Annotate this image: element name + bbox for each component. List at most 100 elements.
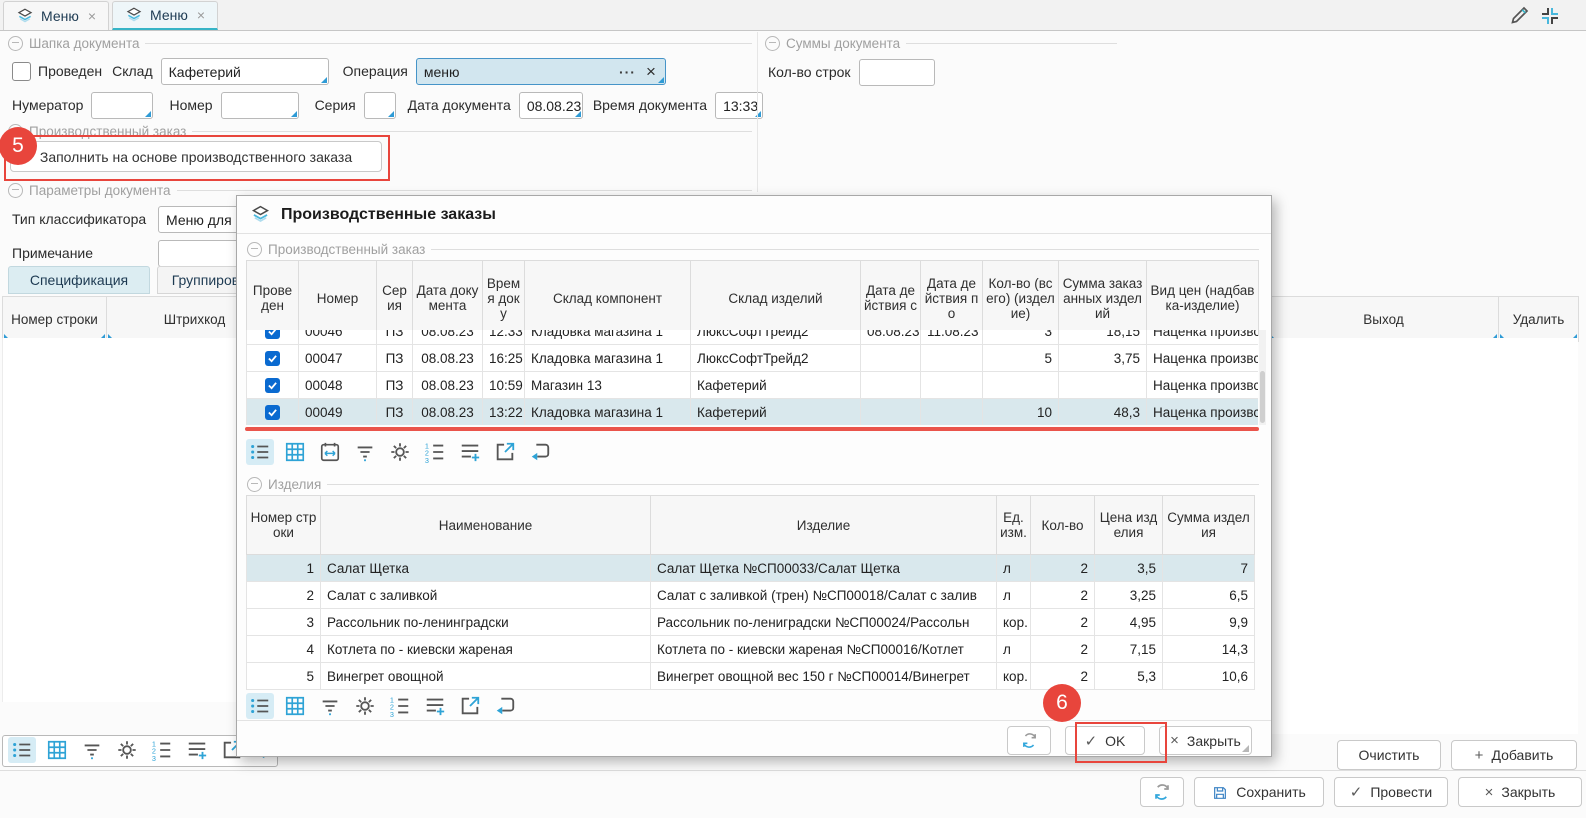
column-header[interactable]: Кол-во (всего) (изделие) (983, 261, 1059, 336)
table-cell[interactable]: 11.08.23 (921, 330, 983, 345)
numbered-list-icon[interactable]: 123 (148, 737, 176, 763)
table-cell[interactable]: 13:22 (483, 399, 525, 426)
table-cell[interactable]: л (997, 636, 1031, 663)
tab-menu-1[interactable]: Меню × (3, 1, 109, 30)
table-cell[interactable]: Наценка произвс (1147, 345, 1259, 372)
table-cell[interactable]: Наценка произвс (1147, 330, 1259, 345)
reload-rows-icon[interactable] (526, 439, 554, 465)
table-cell[interactable]: кор. (997, 609, 1031, 636)
table-cell[interactable]: 48,3 (1059, 399, 1147, 426)
table-row[interactable]: 2Салат с заливкойСалат с заливкой (трен)… (247, 582, 1255, 609)
column-header[interactable]: Склад изделий (691, 261, 861, 336)
fill-from-order-button[interactable]: Заполнить на основе производственного за… (10, 141, 382, 172)
column-header[interactable]: Ед. изм. (997, 496, 1031, 555)
column-header[interactable]: Номер (299, 261, 377, 336)
row-checkbox[interactable] (265, 351, 280, 366)
table-cell[interactable]: 2 (247, 582, 321, 609)
table-cell[interactable]: Салат Щетка (321, 555, 651, 582)
column-header[interactable]: Дата документа (413, 261, 483, 336)
table-cell[interactable] (247, 372, 299, 399)
table-cell[interactable]: 7 (1163, 555, 1255, 582)
table-cell[interactable]: Рассольник по-ленинградски (321, 609, 651, 636)
operation-field[interactable]: меню ··· × (416, 58, 666, 85)
table-cell[interactable]: ПЗ (377, 330, 413, 345)
table-cell[interactable] (247, 345, 299, 372)
column-header[interactable]: Дата действия с (861, 261, 921, 336)
table-cell[interactable]: 7,15 (1095, 636, 1163, 663)
column-header[interactable]: Номер строки (247, 496, 321, 555)
table-cell[interactable]: 3,25 (1095, 582, 1163, 609)
table-row[interactable]: 00046ПЗ08.08.2312:33Кладовка магазина 1Л… (247, 330, 1259, 345)
row-checkbox[interactable] (265, 330, 280, 339)
column-header[interactable]: Время доку (483, 261, 525, 336)
table-cell[interactable]: Кладовка магазина 1 (525, 345, 691, 372)
table-cell[interactable]: Рассольник по-лениградски №СП00024/Рассо… (651, 609, 997, 636)
table-cell[interactable]: 3,5 (1095, 555, 1163, 582)
table-cell[interactable]: 10:59 (483, 372, 525, 399)
grid-icon[interactable] (43, 737, 71, 763)
table-cell[interactable]: 2 (1031, 582, 1095, 609)
add-list-icon[interactable] (421, 693, 449, 719)
table-cell[interactable]: 08.08.23 (413, 372, 483, 399)
table-cell[interactable]: 12:33 (483, 330, 525, 345)
table-cell[interactable]: 00048 (299, 372, 377, 399)
filter-icon[interactable] (78, 737, 106, 763)
table-cell[interactable]: 3 (247, 609, 321, 636)
table-cell[interactable]: Салат с заливкой (трен) №СП00018/Салат с… (651, 582, 997, 609)
rows-count-field[interactable] (859, 59, 935, 86)
add-button[interactable]: +Добавить (1451, 740, 1577, 770)
doc-date-field[interactable]: 08.08.23 (519, 92, 583, 119)
table-cell[interactable]: Винегрет овощной (321, 663, 651, 690)
table-cell[interactable]: 10 (983, 399, 1059, 426)
list-view-icon[interactable] (246, 693, 274, 719)
table-cell[interactable] (921, 345, 983, 372)
table-cell[interactable]: ЛюксСофтТрейд2 (691, 345, 861, 372)
table-cell[interactable]: кор. (997, 663, 1031, 690)
sklad-field[interactable]: Кафетерий (161, 58, 329, 85)
table-cell[interactable]: Салат с заливкой (321, 582, 651, 609)
table-cell[interactable]: Кладовка магазина 1 (525, 330, 691, 345)
table-cell[interactable] (247, 330, 299, 345)
table-row[interactable]: 00047ПЗ08.08.2316:25Кладовка магазина 1Л… (247, 345, 1259, 372)
add-list-icon[interactable] (456, 439, 484, 465)
proveden-checkbox[interactable] (12, 62, 31, 81)
table-cell[interactable]: 2 (1031, 636, 1095, 663)
collapse-icon[interactable] (765, 36, 780, 51)
more-options-icon[interactable]: ··· (619, 64, 636, 80)
close-button[interactable]: ×Закрыть (1458, 777, 1582, 807)
tab-close-icon[interactable]: × (197, 7, 205, 23)
table-cell[interactable]: Кладовка магазина 1 (525, 399, 691, 426)
table-cell[interactable]: 2 (1031, 555, 1095, 582)
table-cell[interactable] (861, 345, 921, 372)
settings-gear-icon[interactable] (351, 693, 379, 719)
column-header[interactable]: Серия (377, 261, 413, 336)
table-cell[interactable]: 08.08.23 (413, 345, 483, 372)
grid-icon[interactable] (281, 693, 309, 719)
column-header[interactable]: Номер строки (3, 297, 107, 342)
refresh-button[interactable] (1007, 726, 1051, 755)
doc-time-field[interactable]: 13:33 (715, 92, 763, 119)
tab-specification[interactable]: Спецификация (8, 266, 150, 294)
list-view-icon[interactable] (246, 439, 274, 465)
settings-gear-icon[interactable] (386, 439, 414, 465)
table-cell[interactable]: 9,9 (1163, 609, 1255, 636)
table-cell[interactable]: Котлета по - киевски жареная №СП00016/Ко… (651, 636, 997, 663)
save-button[interactable]: Сохранить (1194, 777, 1324, 807)
table-cell[interactable]: л (997, 582, 1031, 609)
table-cell[interactable]: 4 (247, 636, 321, 663)
column-header[interactable]: Наименование (321, 496, 651, 555)
table-cell[interactable]: Котлета по - киевски жареная (321, 636, 651, 663)
table-cell[interactable]: Кафетерий (691, 372, 861, 399)
spec-table-body-empty-right[interactable] (1268, 338, 1578, 734)
table-cell[interactable]: Винегрет овощной вес 150 г №СП00014/Вине… (651, 663, 997, 690)
table-cell[interactable]: 3,75 (1059, 345, 1147, 372)
table-cell[interactable]: 00047 (299, 345, 377, 372)
table-row[interactable]: 00048ПЗ08.08.2310:59Магазин 13КафетерийН… (247, 372, 1259, 399)
table-cell[interactable]: 1 (247, 555, 321, 582)
table-cell[interactable]: 08.08.23 (413, 399, 483, 426)
table-cell[interactable] (921, 372, 983, 399)
column-header[interactable]: Сумма изделия (1163, 496, 1255, 555)
table-cell[interactable]: ПЗ (377, 345, 413, 372)
clear-button[interactable]: Очистить (1337, 740, 1441, 770)
table-cell[interactable]: 14,3 (1163, 636, 1255, 663)
